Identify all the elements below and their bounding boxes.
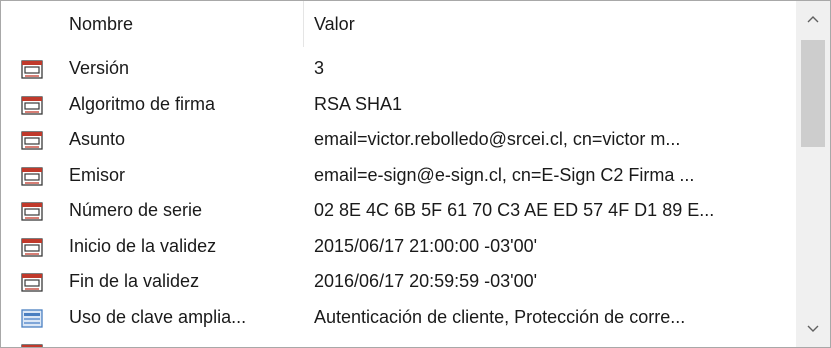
field-value: RSA SHA1 bbox=[314, 93, 403, 114]
extension-field-icon bbox=[21, 308, 43, 328]
scroll-thumb[interactable] bbox=[801, 40, 825, 147]
scroll-up-button[interactable] bbox=[796, 1, 830, 37]
list-row[interactable]: Inicio de la validez 2015/06/17 21:00:00 … bbox=[1, 229, 797, 265]
field-name: Número de serie bbox=[69, 200, 203, 220]
list-row[interactable]: Asunto email=victor.rebolledo@srcei.cl, c… bbox=[1, 122, 797, 158]
list-row[interactable]: Versión 3 bbox=[1, 51, 797, 87]
certificate-field-icon bbox=[21, 166, 43, 186]
field-name: Versión bbox=[69, 58, 130, 78]
field-value: 3 bbox=[314, 58, 325, 78]
certificate-field-icon bbox=[21, 95, 43, 115]
column-divider[interactable] bbox=[303, 1, 304, 47]
certificate-field-icon bbox=[21, 202, 43, 221]
field-value: email=e-sign@e-sign.cl, cn=E-Sign C2 Fir… bbox=[314, 164, 695, 185]
certificate-field-icon bbox=[21, 344, 43, 347]
field-value: 2016/06/17 20:59:59 -03'00' bbox=[314, 271, 538, 291]
field-name: Asunto bbox=[69, 129, 126, 149]
certificate-details-list[interactable]: Nombre Valor Versión 3 Algoritmo de firma R… bbox=[0, 0, 831, 348]
column-header-name[interactable]: Nombre bbox=[69, 1, 133, 47]
certificate-field-icon bbox=[21, 60, 43, 79]
field-name: Emisor bbox=[69, 164, 126, 185]
chevron-up-icon bbox=[807, 16, 819, 23]
list-row[interactable]: Emisor email=e-sign@e-sign.cl, cn=E-Sign … bbox=[1, 158, 797, 194]
field-name: Uso de clave amplia... bbox=[69, 306, 247, 327]
column-header-value[interactable]: Valor bbox=[314, 1, 355, 47]
list-rows: Versión 3 Algoritmo de firma RSA SHA1 Asunto… bbox=[1, 51, 797, 347]
field-value: 2015/06/17 21:00:00 -03'00' bbox=[314, 235, 538, 256]
scroll-down-button[interactable] bbox=[796, 311, 830, 347]
field-name: Algoritmo de firma bbox=[69, 93, 216, 114]
certificate-field-icon bbox=[21, 273, 43, 292]
certificate-field-icon bbox=[21, 131, 43, 150]
field-value: 02 8E 4C 6B 5F 61 70 C3 AE ED 57 4F D1 8… bbox=[314, 200, 715, 220]
list-row[interactable]: Fin de la validez 2016/06/17 20:59:59 -03… bbox=[1, 264, 797, 300]
field-value: Autenticación de cliente, Protección de … bbox=[314, 306, 686, 327]
certificate-field-icon bbox=[21, 237, 43, 257]
list-row[interactable]: Algoritmo de firma RSA SHA1 bbox=[1, 87, 797, 123]
list-row[interactable] bbox=[1, 335, 797, 347]
field-value: email=victor.rebolledo@srcei.cl, cn=vict… bbox=[314, 129, 681, 149]
chevron-down-icon bbox=[807, 325, 819, 332]
list-row[interactable]: Número de serie 02 8E 4C 6B 5F 61 70 C3 A… bbox=[1, 193, 797, 229]
field-name: Inicio de la validez bbox=[69, 235, 217, 256]
list-row[interactable]: Uso de clave amplia... Autenticación de c… bbox=[1, 300, 797, 336]
vertical-scrollbar[interactable] bbox=[796, 1, 830, 347]
list-header: Nombre Valor bbox=[1, 1, 797, 47]
field-name: Fin de la validez bbox=[69, 271, 200, 291]
